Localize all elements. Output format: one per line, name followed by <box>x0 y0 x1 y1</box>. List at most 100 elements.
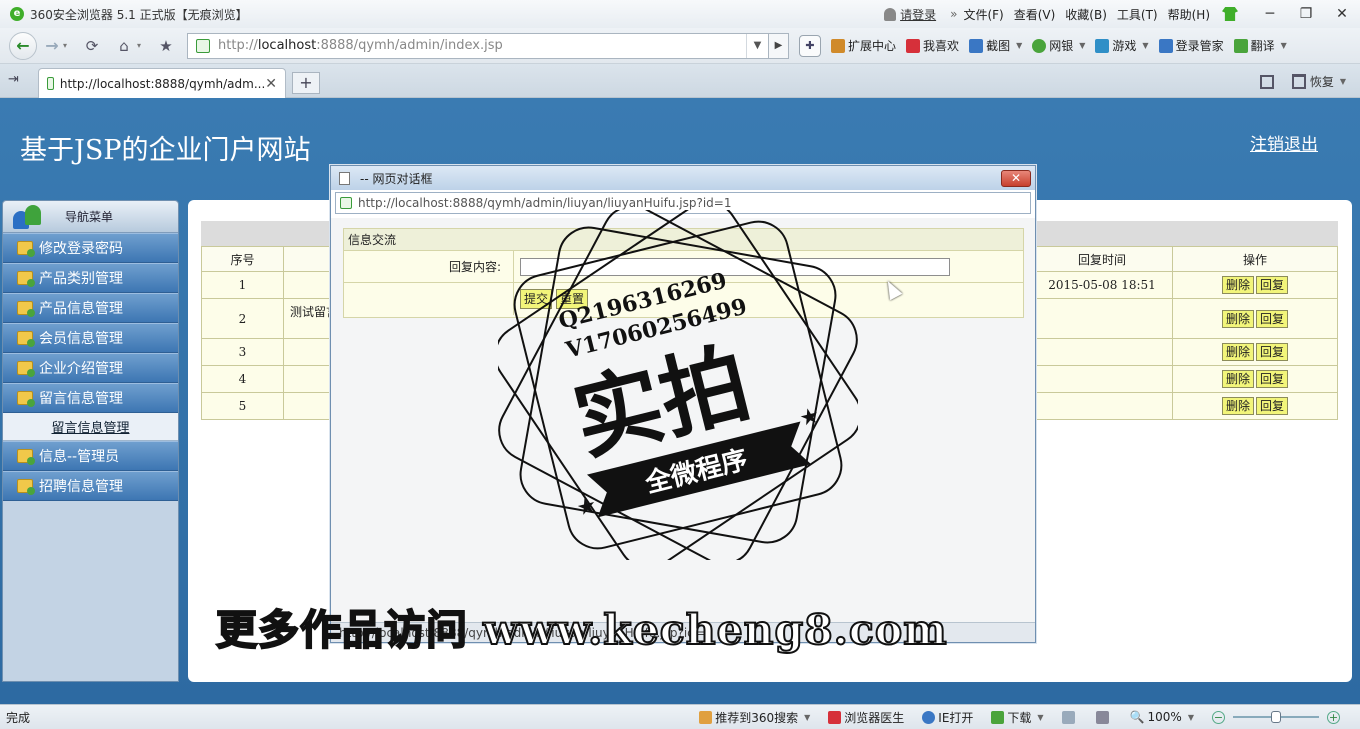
reply-button[interactable]: 回复 <box>1256 309 1289 328</box>
home-icon[interactable]: ⌂ <box>111 33 137 59</box>
go-button[interactable]: ▶ <box>769 32 790 59</box>
restore-button[interactable]: ❐ <box>1288 0 1324 28</box>
new-tab-button[interactable]: + <box>292 72 320 94</box>
delete-button[interactable]: 删除 <box>1221 397 1254 415</box>
window-switch-icon[interactable] <box>1259 74 1274 89</box>
address-dropdown-icon[interactable]: ▼ <box>746 33 768 58</box>
sidebar-item-company-intro[interactable]: 企业介绍管理 <box>3 353 178 383</box>
col-header-ops: 操作 <box>1172 246 1338 272</box>
reply-button[interactable]: 回复 <box>1256 343 1289 361</box>
nav-sidebar: 导航菜单 修改登录密码 产品类别管理 产品信息管理 会员信息管理 企业介绍管理 … <box>2 200 179 682</box>
sidebar-item-messages[interactable]: 留言信息管理 <box>3 383 178 413</box>
minimize-button[interactable]: ─ <box>1252 0 1288 28</box>
delete-button[interactable]: 删除 <box>1221 276 1254 294</box>
restore-dropdown-icon[interactable]: ▼ <box>1340 77 1346 86</box>
menu-tools[interactable]: 工具(T) <box>1117 6 1158 23</box>
page-icon <box>47 77 54 90</box>
zoom-in-button[interactable]: + <box>1327 710 1340 724</box>
address-bar[interactable]: http:// localhost :8888/qymh/admin/index… <box>187 32 770 59</box>
reply-button[interactable]: 回复 <box>1256 276 1289 294</box>
forward-button[interactable]: → <box>41 32 63 60</box>
navigation-toolbar: ← → ▾ ⟳ ⌂ ▾ ★ http:// localhost :8888/qy… <box>0 28 1360 64</box>
status-recommend-search[interactable]: 推荐到360搜索 ▼ <box>699 709 810 726</box>
status-browser-doctor[interactable]: 浏览器医生 <box>828 709 904 726</box>
star-icon: ★ <box>574 493 599 522</box>
status-volume[interactable] <box>1095 710 1112 724</box>
zoom-slider-knob[interactable] <box>1271 711 1281 723</box>
status-open-in-ie[interactable]: IE打开 <box>922 709 973 726</box>
login-link[interactable]: 请登录 <box>884 6 936 23</box>
folder-icon <box>17 361 35 377</box>
menu-file[interactable]: 文件(F) <box>963 6 1003 23</box>
row-no: 2 <box>201 298 284 339</box>
status-zoom[interactable]: 🔍 100% ▼ <box>1130 710 1194 724</box>
status-download[interactable]: 下载 ▼ <box>991 709 1044 726</box>
toolbar-translate[interactable]: 翻译 ▼ <box>1233 37 1287 54</box>
row-ops: 删除 回复 <box>1172 298 1338 339</box>
translate-icon <box>1233 38 1248 53</box>
history-dropdown-icon[interactable]: ▾ <box>63 41 67 50</box>
extension-icon <box>831 38 846 53</box>
toolbar-like[interactable]: 我喜欢 <box>906 37 959 54</box>
speaker-icon <box>1095 710 1109 724</box>
row-ops: 删除 回复 <box>1172 271 1338 299</box>
favorite-star-icon[interactable]: ★ <box>153 33 179 59</box>
toolbar-password-manager[interactable]: 登录管家 <box>1158 37 1224 54</box>
menu-view[interactable]: 查看(V) <box>1014 6 1056 23</box>
reply-content-label: 回复内容: <box>344 251 514 282</box>
document-icon <box>339 171 350 185</box>
sidebar-item-product-info[interactable]: 产品信息管理 <box>3 293 178 323</box>
back-button[interactable]: ← <box>9 31 37 60</box>
double-chevron-icon[interactable]: » <box>950 7 957 21</box>
skin-icon[interactable] <box>1222 7 1238 21</box>
row-no: 5 <box>201 392 284 420</box>
site-title: 基于JSP的企业门户网站 <box>20 135 311 166</box>
sidebar-item-info-admin[interactable]: 信息--管理员 <box>3 441 178 471</box>
medical-kit-icon <box>828 710 842 724</box>
menu-favorites[interactable]: 收藏(B) <box>1065 6 1107 23</box>
row-ops: 删除 回复 <box>1172 392 1338 420</box>
reply-button[interactable]: 回复 <box>1256 370 1289 388</box>
delete-button[interactable]: 删除 <box>1221 343 1254 361</box>
status-window-icon[interactable] <box>1061 710 1078 724</box>
delete-button[interactable]: 删除 <box>1221 309 1254 328</box>
delete-button[interactable]: 删除 <box>1221 370 1254 388</box>
zoom-slider[interactable] <box>1233 711 1319 723</box>
tab-close-icon[interactable]: ✕ <box>265 76 277 92</box>
zoom-out-button[interactable]: − <box>1212 710 1225 724</box>
toolbar-games[interactable]: 游戏 ▼ <box>1095 37 1149 54</box>
sidebar-item-change-password[interactable]: 修改登录密码 <box>3 233 178 263</box>
reply-button[interactable]: 回复 <box>1256 397 1289 415</box>
folder-open-icon <box>17 391 35 407</box>
sidebar-item-recruitment[interactable]: 招聘信息管理 <box>3 471 178 501</box>
page-icon <box>196 38 211 53</box>
dialog-close-button[interactable]: ✕ <box>1001 169 1031 187</box>
address-path: :8888/qymh/admin/index.jsp <box>316 38 503 53</box>
sidebar-item-product-category[interactable]: 产品类别管理 <box>3 263 178 293</box>
folder-icon <box>17 301 35 317</box>
sidebar-item-member-info[interactable]: 会员信息管理 <box>3 323 178 353</box>
toolbar-extensions[interactable]: 扩展中心 <box>831 37 896 54</box>
zoom-controls: − + <box>1212 710 1340 724</box>
security-shield-icon[interactable]: ✚ <box>799 34 822 57</box>
ie-icon <box>922 710 936 724</box>
sidebar-toggle-icon[interactable]: ⇥ <box>8 72 26 88</box>
toolbar-screenshot[interactable]: 截图 ▼ <box>969 37 1022 54</box>
home-dropdown-icon[interactable]: ▾ <box>137 41 141 50</box>
row-ops: 删除 回复 <box>1172 338 1338 366</box>
folder-icon <box>17 449 35 465</box>
tab-title: http://localhost:8888/qymh/adm... <box>59 76 266 91</box>
actions-label-cell <box>344 283 514 315</box>
address-prefix: http:// <box>218 38 258 53</box>
tab-admin-index[interactable]: http://localhost:8888/qymh/adm... ✕ <box>38 68 286 98</box>
row-ops: 删除 回复 <box>1172 365 1338 393</box>
toolbar-bank[interactable]: 网银 ▼ <box>1032 37 1085 54</box>
refresh-icon[interactable]: ⟳ <box>79 33 105 59</box>
key-icon <box>1158 38 1173 53</box>
close-window-button[interactable]: ✕ <box>1324 0 1360 28</box>
logout-link[interactable]: 注销退出 <box>1250 130 1318 155</box>
menu-help[interactable]: 帮助(H) <box>1168 6 1210 23</box>
restore-closed-label[interactable]: 恢复 <box>1310 73 1334 90</box>
sidebar-subitem-messages[interactable]: 留言信息管理 <box>3 413 178 441</box>
trash-icon[interactable] <box>1291 74 1306 89</box>
